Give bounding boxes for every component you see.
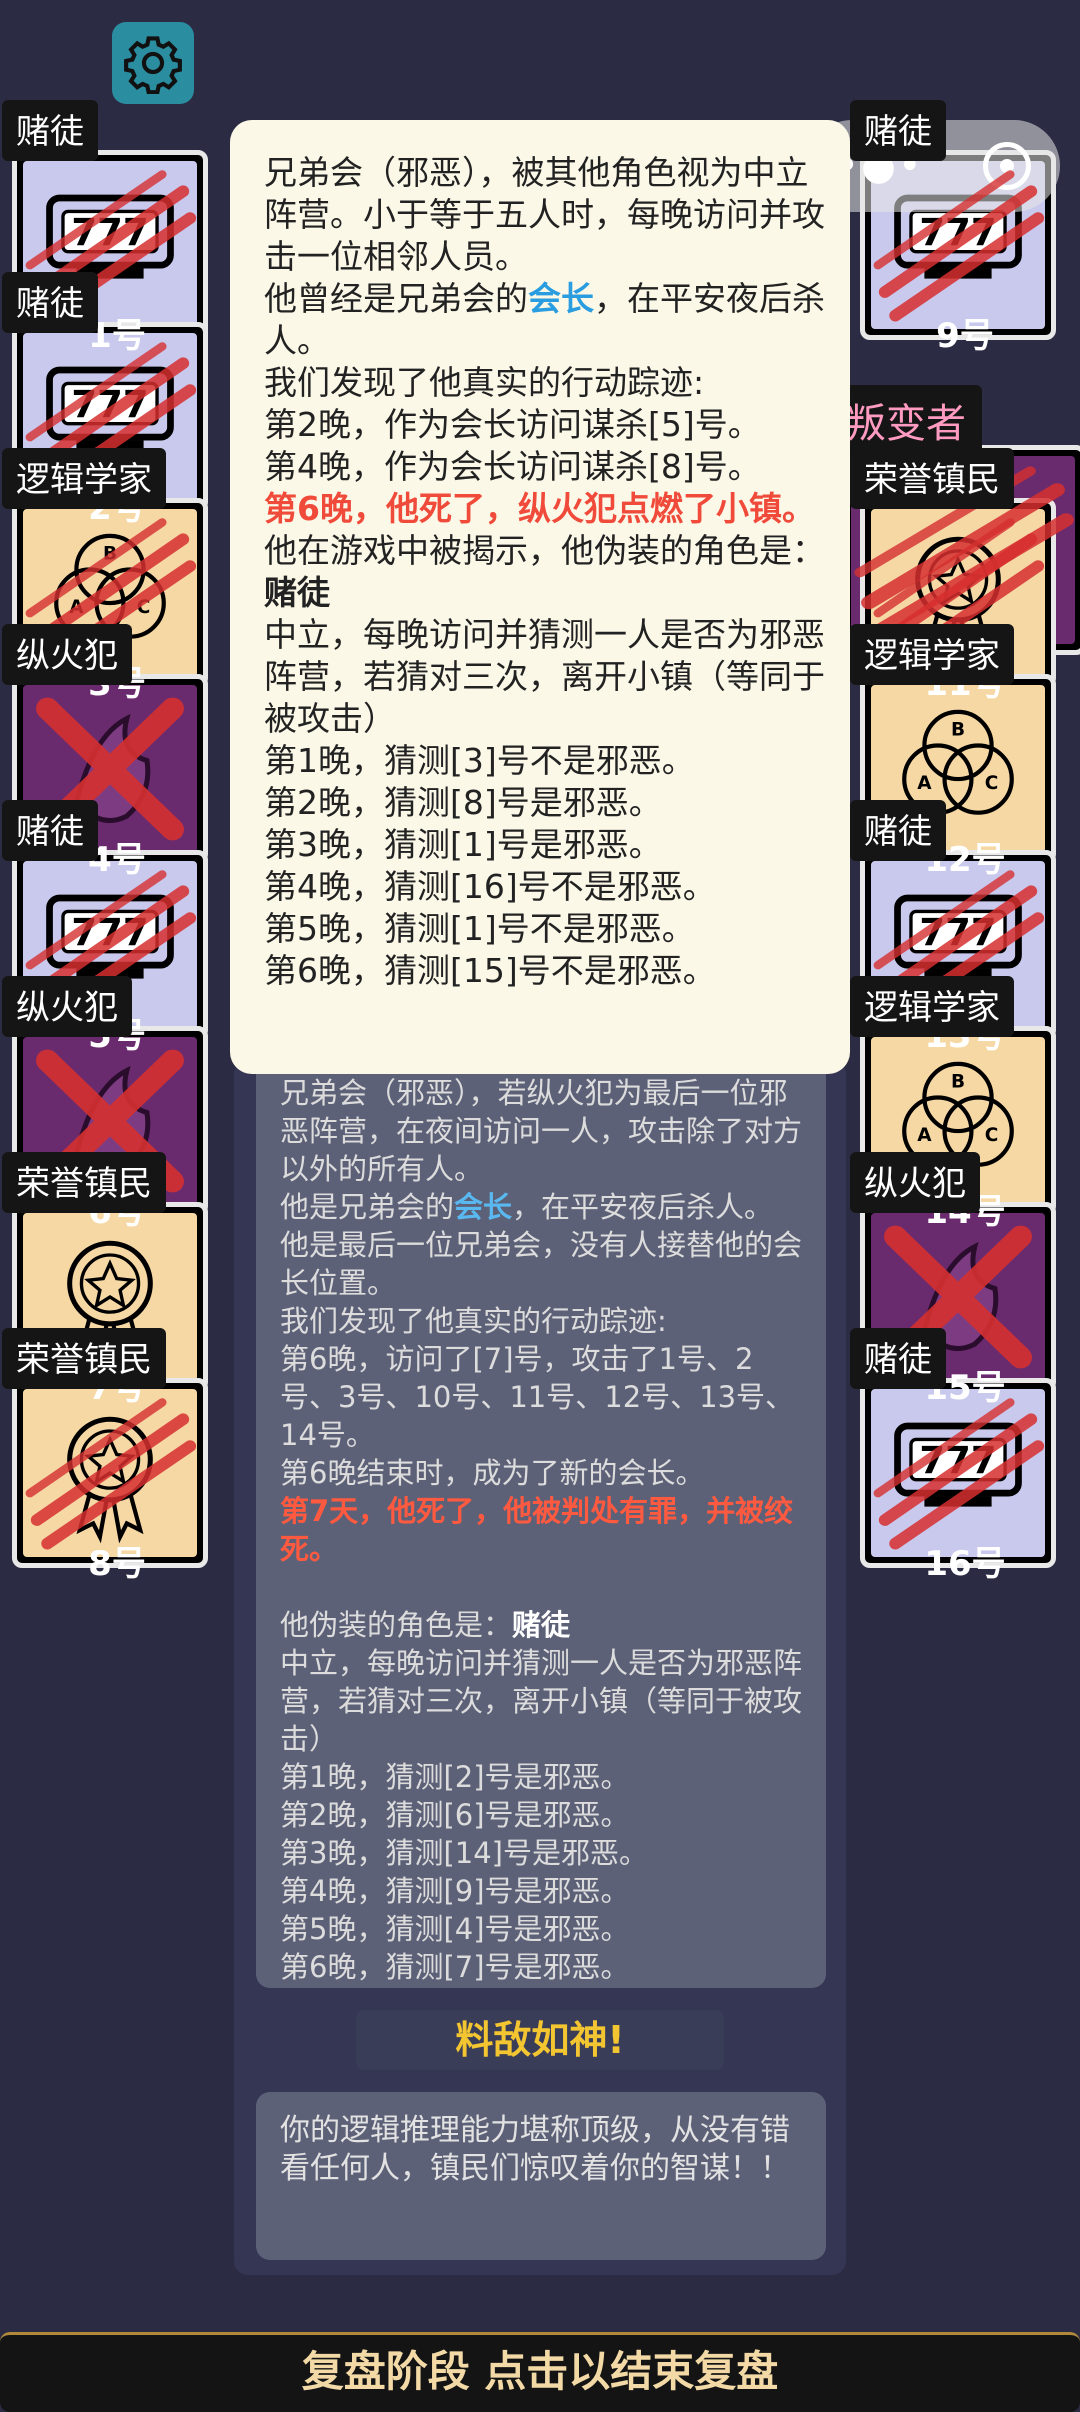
panel-text: 第6晚，访问了[7]号，攻击了1号、2号、3号、10号、11号、12号、13号、…: [280, 1342, 795, 1452]
death-text: 第7天，他死了，他被判处有罪，并被绞死。: [280, 1494, 794, 1566]
role-label: 赌徒: [2, 100, 98, 161]
guess-line: 第4晚，猜测[16]号不是邪恶。: [264, 867, 716, 906]
svg-text:C: C: [985, 773, 999, 794]
player-card[interactable]: 荣誉镇民 8号: [2, 1328, 212, 1584]
claw-mark-icon: [873, 170, 1045, 322]
svg-text:B: B: [951, 719, 965, 740]
guess-line: 第6晚，猜测[15]号不是邪恶。: [264, 951, 716, 990]
guess-line: 第1晚，猜测[2]号是邪恶。: [280, 1760, 630, 1794]
role-label: 荣誉镇民: [850, 448, 1014, 509]
popup-text: 第2晚，作为会长访问谋杀[5]号。: [264, 405, 761, 444]
svg-text:A: A: [917, 1125, 932, 1146]
player-card[interactable]: 赌徒 777 13号: [850, 800, 1060, 1056]
role-label: 纵火犯: [850, 1152, 980, 1213]
guess-line: 第3晚，猜测[14]号是邪恶。: [280, 1836, 648, 1870]
role-label: 赌徒: [2, 272, 98, 333]
end-review-bar[interactable]: 复盘阶段 点击以结束复盘: [0, 2332, 1080, 2412]
role-info-popup[interactable]: 兄弟会（邪恶），被其他角色视为中立阵营。小于等于五人时，每晚访问并攻击一位相邻人…: [230, 120, 850, 1074]
popup-text: 中立，每晚访问并猜测一人是否为邪恶阵营，若猜对三次，离开小镇（等同于被攻击）: [264, 615, 825, 738]
role-label: 赌徒: [850, 100, 946, 161]
death-text: 第6晚，他死了，纵火犯点燃了小镇。: [264, 489, 815, 528]
player-number: 16号: [924, 1544, 1006, 1584]
svg-text:B: B: [951, 1071, 965, 1092]
verdict-title: 料敌如神!: [356, 2010, 724, 2070]
guess-line: 第1晚，猜测[3]号不是邪恶。: [264, 741, 695, 780]
gear-icon: [124, 36, 182, 94]
guess-line: 第4晚，猜测[9]号是邪恶。: [280, 1874, 630, 1908]
popup-text: 他在游戏中被揭示，他伪装的角色是：赌徒: [264, 531, 825, 612]
panel-text: 他伪装的角色是：赌徒: [280, 1608, 571, 1642]
role-label: 逻辑学家: [850, 624, 1014, 685]
player-number: 9号: [936, 316, 994, 356]
claw-mark-icon: [25, 1398, 197, 1550]
summary-text: 你的逻辑推理能力堪称顶级，从没有错看任何人，镇民们惊叹着你的智谋！！: [256, 2092, 826, 2260]
panel-text: 中立，每晚访问并猜测一人是否为邪恶阵营，若猜对三次，离开小镇（等同于被攻击）: [280, 1646, 803, 1756]
guess-line: 第3晚，猜测[1]号是邪恶。: [264, 825, 662, 864]
guess-line: 第6晚，猜测[7]号是邪恶。: [280, 1950, 630, 1984]
guess-line: 第2晚，猜测[6]号是邪恶。: [280, 1798, 630, 1832]
role-label: 纵火犯: [2, 976, 132, 1037]
role-detail-panel[interactable]: 兄弟会（邪恶），若纵火犯为最后一位邪恶阵营，在夜间访问一人，攻击除了对方以外的所…: [256, 1060, 826, 1988]
popup-text: 他曾经是兄弟会的会长，在平安夜后杀人。: [264, 279, 825, 360]
claw-mark-icon: [873, 1398, 1045, 1550]
role-label: 叛变者: [830, 385, 982, 457]
panel-text: 我们发现了他真实的行动踪迹:: [280, 1304, 667, 1338]
role-label: 赌徒: [850, 1328, 946, 1389]
role-label: 赌徒: [850, 800, 946, 861]
role-label: 纵火犯: [2, 624, 132, 685]
role-label: 逻辑学家: [2, 448, 166, 509]
panel-text: 他是兄弟会的会长，在平安夜后杀人。他是最后一位兄弟会，没有人接替他的会长位置。: [280, 1190, 803, 1300]
settings-gear-button[interactable]: [112, 22, 194, 104]
player-card[interactable]: 纵火犯 15号: [850, 1152, 1060, 1408]
role-label: 赌徒: [2, 800, 98, 861]
popup-text: 兄弟会（邪恶），被其他角色视为中立阵营。小于等于五人时，每晚访问并攻击一位相邻人…: [264, 153, 825, 276]
svg-text:A: A: [917, 773, 932, 794]
guess-line: 第2晚，猜测[8]号是邪恶。: [264, 783, 662, 822]
popup-text: 我们发现了他真实的行动踪迹:: [264, 363, 705, 402]
panel-text: 第6晚结束时，成为了新的会长。: [280, 1456, 705, 1490]
svg-text:C: C: [985, 1125, 999, 1146]
guess-line: 第5晚，猜测[4]号是邪恶。: [280, 1912, 630, 1946]
panel-text: 兄弟会（邪恶），若纵火犯为最后一位邪恶阵营，在夜间访问一人，攻击除了对方以外的所…: [280, 1076, 803, 1186]
role-label: 荣誉镇民: [2, 1328, 166, 1389]
popup-text: 第4晚，作为会长访问谋杀[8]号。: [264, 447, 761, 486]
guess-line: 第5晚，猜测[1]号不是邪恶。: [264, 909, 695, 948]
role-label: 荣誉镇民: [2, 1152, 166, 1213]
player-number: 8号: [88, 1544, 146, 1584]
role-label: 逻辑学家: [850, 976, 1014, 1037]
